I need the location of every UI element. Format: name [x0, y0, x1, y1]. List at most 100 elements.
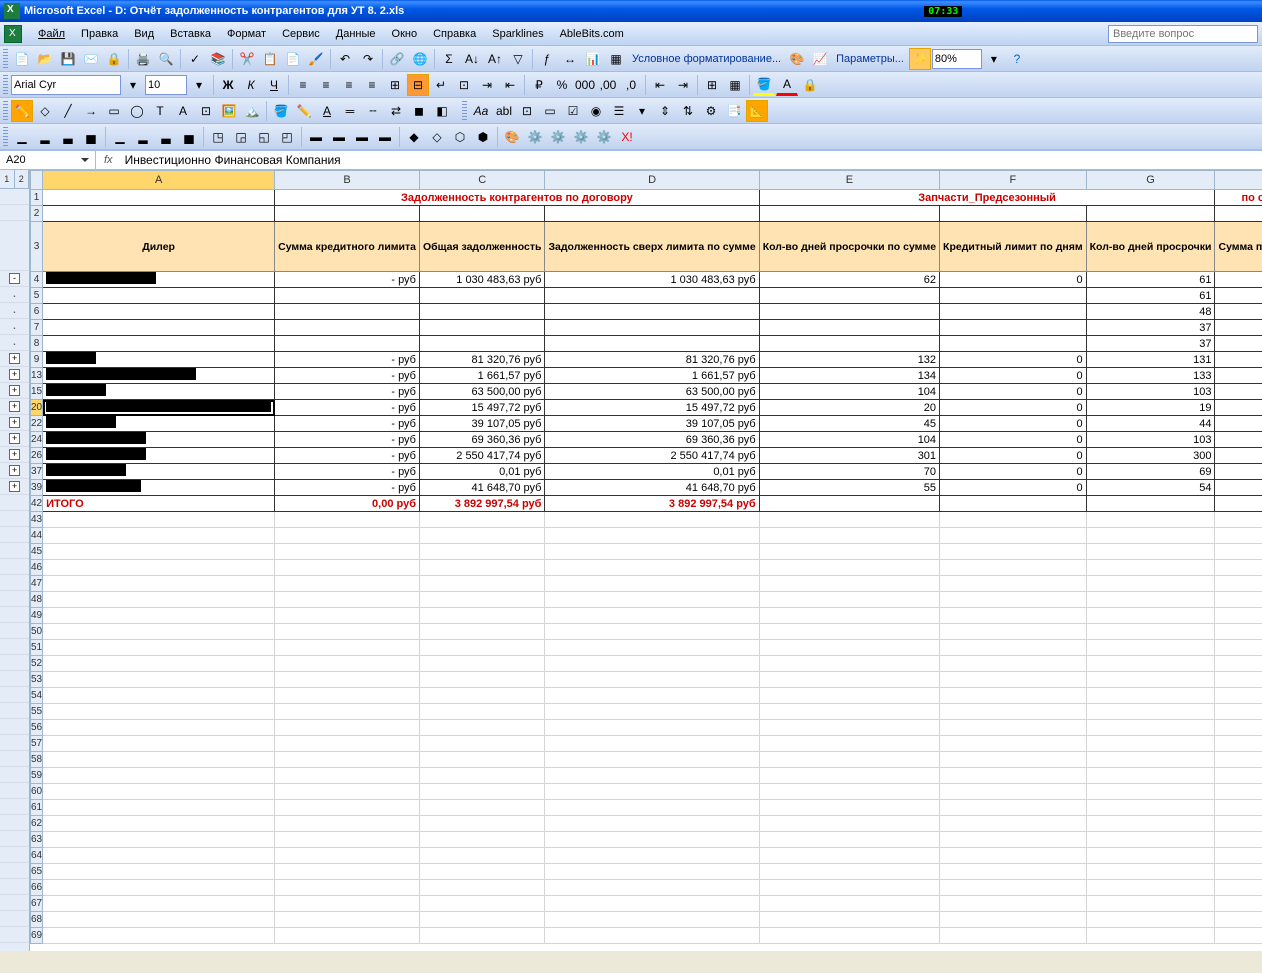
cell[interactable]	[419, 624, 544, 640]
row-header[interactable]: 47	[31, 576, 43, 592]
cell[interactable]	[419, 288, 544, 304]
cell[interactable]	[419, 544, 544, 560]
cell[interactable]: 2 550 417,74 руб	[1215, 448, 1262, 464]
cell[interactable]	[545, 800, 759, 816]
cell[interactable]	[419, 896, 544, 912]
cell[interactable]: Общая задолженность	[419, 222, 544, 272]
row-header[interactable]: 13	[31, 368, 43, 384]
cell[interactable]	[545, 336, 759, 352]
cell[interactable]	[419, 768, 544, 784]
cell[interactable]	[545, 528, 759, 544]
cell[interactable]	[419, 592, 544, 608]
cell[interactable]	[1215, 784, 1262, 800]
chart-icon[interactable]: 📊	[582, 48, 604, 70]
cell[interactable]: 19	[1086, 400, 1215, 416]
cell[interactable]	[759, 672, 939, 688]
align-left-icon[interactable]: ≡	[292, 74, 314, 96]
outline-toggle[interactable]: +	[9, 401, 20, 412]
increase-decimal-icon[interactable]: ,00	[597, 74, 619, 96]
cell[interactable]	[43, 864, 275, 880]
cell[interactable]	[759, 752, 939, 768]
cell[interactable]	[940, 336, 1087, 352]
outline-level-1[interactable]: 1	[0, 170, 15, 188]
row-header[interactable]: 65	[31, 864, 43, 880]
row-header[interactable]: 62	[31, 816, 43, 832]
cell[interactable]	[43, 304, 275, 320]
cell[interactable]: 1 030 483,63 руб	[545, 272, 759, 288]
toolbar-handle[interactable]	[3, 75, 8, 95]
help-question-input[interactable]	[1108, 25, 1258, 43]
cell[interactable]	[1086, 784, 1215, 800]
cell[interactable]	[43, 640, 275, 656]
cell[interactable]: 36 048,37 руб	[1215, 304, 1262, 320]
merge-center-icon[interactable]: ⊟	[407, 74, 429, 96]
cell[interactable]	[759, 864, 939, 880]
cell[interactable]: 81 320,76 руб	[545, 352, 759, 368]
cell[interactable]: 45	[759, 416, 939, 432]
spark5-icon[interactable]: ▁	[109, 126, 131, 148]
cell[interactable]	[43, 528, 275, 544]
cell[interactable]	[1215, 736, 1262, 752]
cell[interactable]	[940, 656, 1087, 672]
cell[interactable]	[1215, 816, 1262, 832]
cut-icon[interactable]: ✂️	[236, 48, 258, 70]
cell[interactable]	[419, 784, 544, 800]
cell[interactable]	[43, 464, 275, 480]
cell[interactable]	[545, 928, 759, 944]
excel-icon-small[interactable]	[4, 25, 22, 43]
menu-ablebits[interactable]: AbleBits.com	[552, 26, 632, 42]
cell[interactable]: 104	[759, 384, 939, 400]
menu-data[interactable]: Данные	[328, 26, 384, 42]
cell[interactable]: - руб	[275, 432, 420, 448]
align-center-icon[interactable]: ≡	[315, 74, 337, 96]
cell[interactable]	[43, 896, 275, 912]
cell[interactable]	[759, 768, 939, 784]
cell[interactable]: ИТОГО	[43, 496, 275, 512]
cell[interactable]: - руб	[275, 352, 420, 368]
cell[interactable]	[43, 416, 275, 432]
cell[interactable]: 39 107,05 руб	[545, 416, 759, 432]
diagram-icon[interactable]: ⊡	[195, 100, 217, 122]
cell[interactable]	[275, 752, 420, 768]
cell[interactable]: Кредитный лимит по дням	[940, 222, 1087, 272]
cell[interactable]: Запчасти_Предсезонный	[759, 190, 1215, 206]
permissions-icon[interactable]: 🔒	[103, 48, 125, 70]
cell[interactable]	[545, 752, 759, 768]
cell[interactable]: 20	[759, 400, 939, 416]
cell[interactable]	[1215, 544, 1262, 560]
cell[interactable]: 0,01 руб	[545, 464, 759, 480]
cell[interactable]: 15 497,72 руб	[545, 400, 759, 416]
cell[interactable]	[1086, 768, 1215, 784]
cell[interactable]: 69 360,36 руб	[1215, 432, 1262, 448]
checkbox-icon[interactable]: ☑	[562, 100, 584, 122]
cell[interactable]	[43, 560, 275, 576]
row-header[interactable]: 26	[31, 448, 43, 464]
row-header[interactable]: 48	[31, 592, 43, 608]
sort-desc-icon[interactable]: A↑	[484, 48, 506, 70]
outline-toggle[interactable]: -	[9, 273, 20, 284]
cell[interactable]	[940, 768, 1087, 784]
cell[interactable]	[43, 206, 275, 222]
cell[interactable]	[759, 288, 939, 304]
properties-icon[interactable]: ⚙	[700, 100, 722, 122]
cell[interactable]	[1086, 800, 1215, 816]
cell[interactable]: Дилер	[43, 222, 275, 272]
cell[interactable]	[419, 560, 544, 576]
cell[interactable]	[1215, 576, 1262, 592]
insert-hyperlink-icon[interactable]: 🌐	[409, 48, 431, 70]
dash-style-icon[interactable]: ╌	[362, 100, 384, 122]
cell[interactable]	[1086, 848, 1215, 864]
cell[interactable]	[1215, 688, 1262, 704]
wrap-text-icon[interactable]: ↵	[430, 74, 452, 96]
fill-color2-icon[interactable]: 🪣	[270, 100, 292, 122]
cell[interactable]	[759, 656, 939, 672]
cell[interactable]	[940, 624, 1087, 640]
spark6-icon[interactable]: ▂	[132, 126, 154, 148]
cell[interactable]	[43, 288, 275, 304]
spark1-icon[interactable]: ▁	[11, 126, 33, 148]
cell[interactable]	[1086, 672, 1215, 688]
cell[interactable]: 62	[759, 272, 939, 288]
cell[interactable]	[759, 640, 939, 656]
cell[interactable]	[545, 816, 759, 832]
cell[interactable]	[545, 688, 759, 704]
